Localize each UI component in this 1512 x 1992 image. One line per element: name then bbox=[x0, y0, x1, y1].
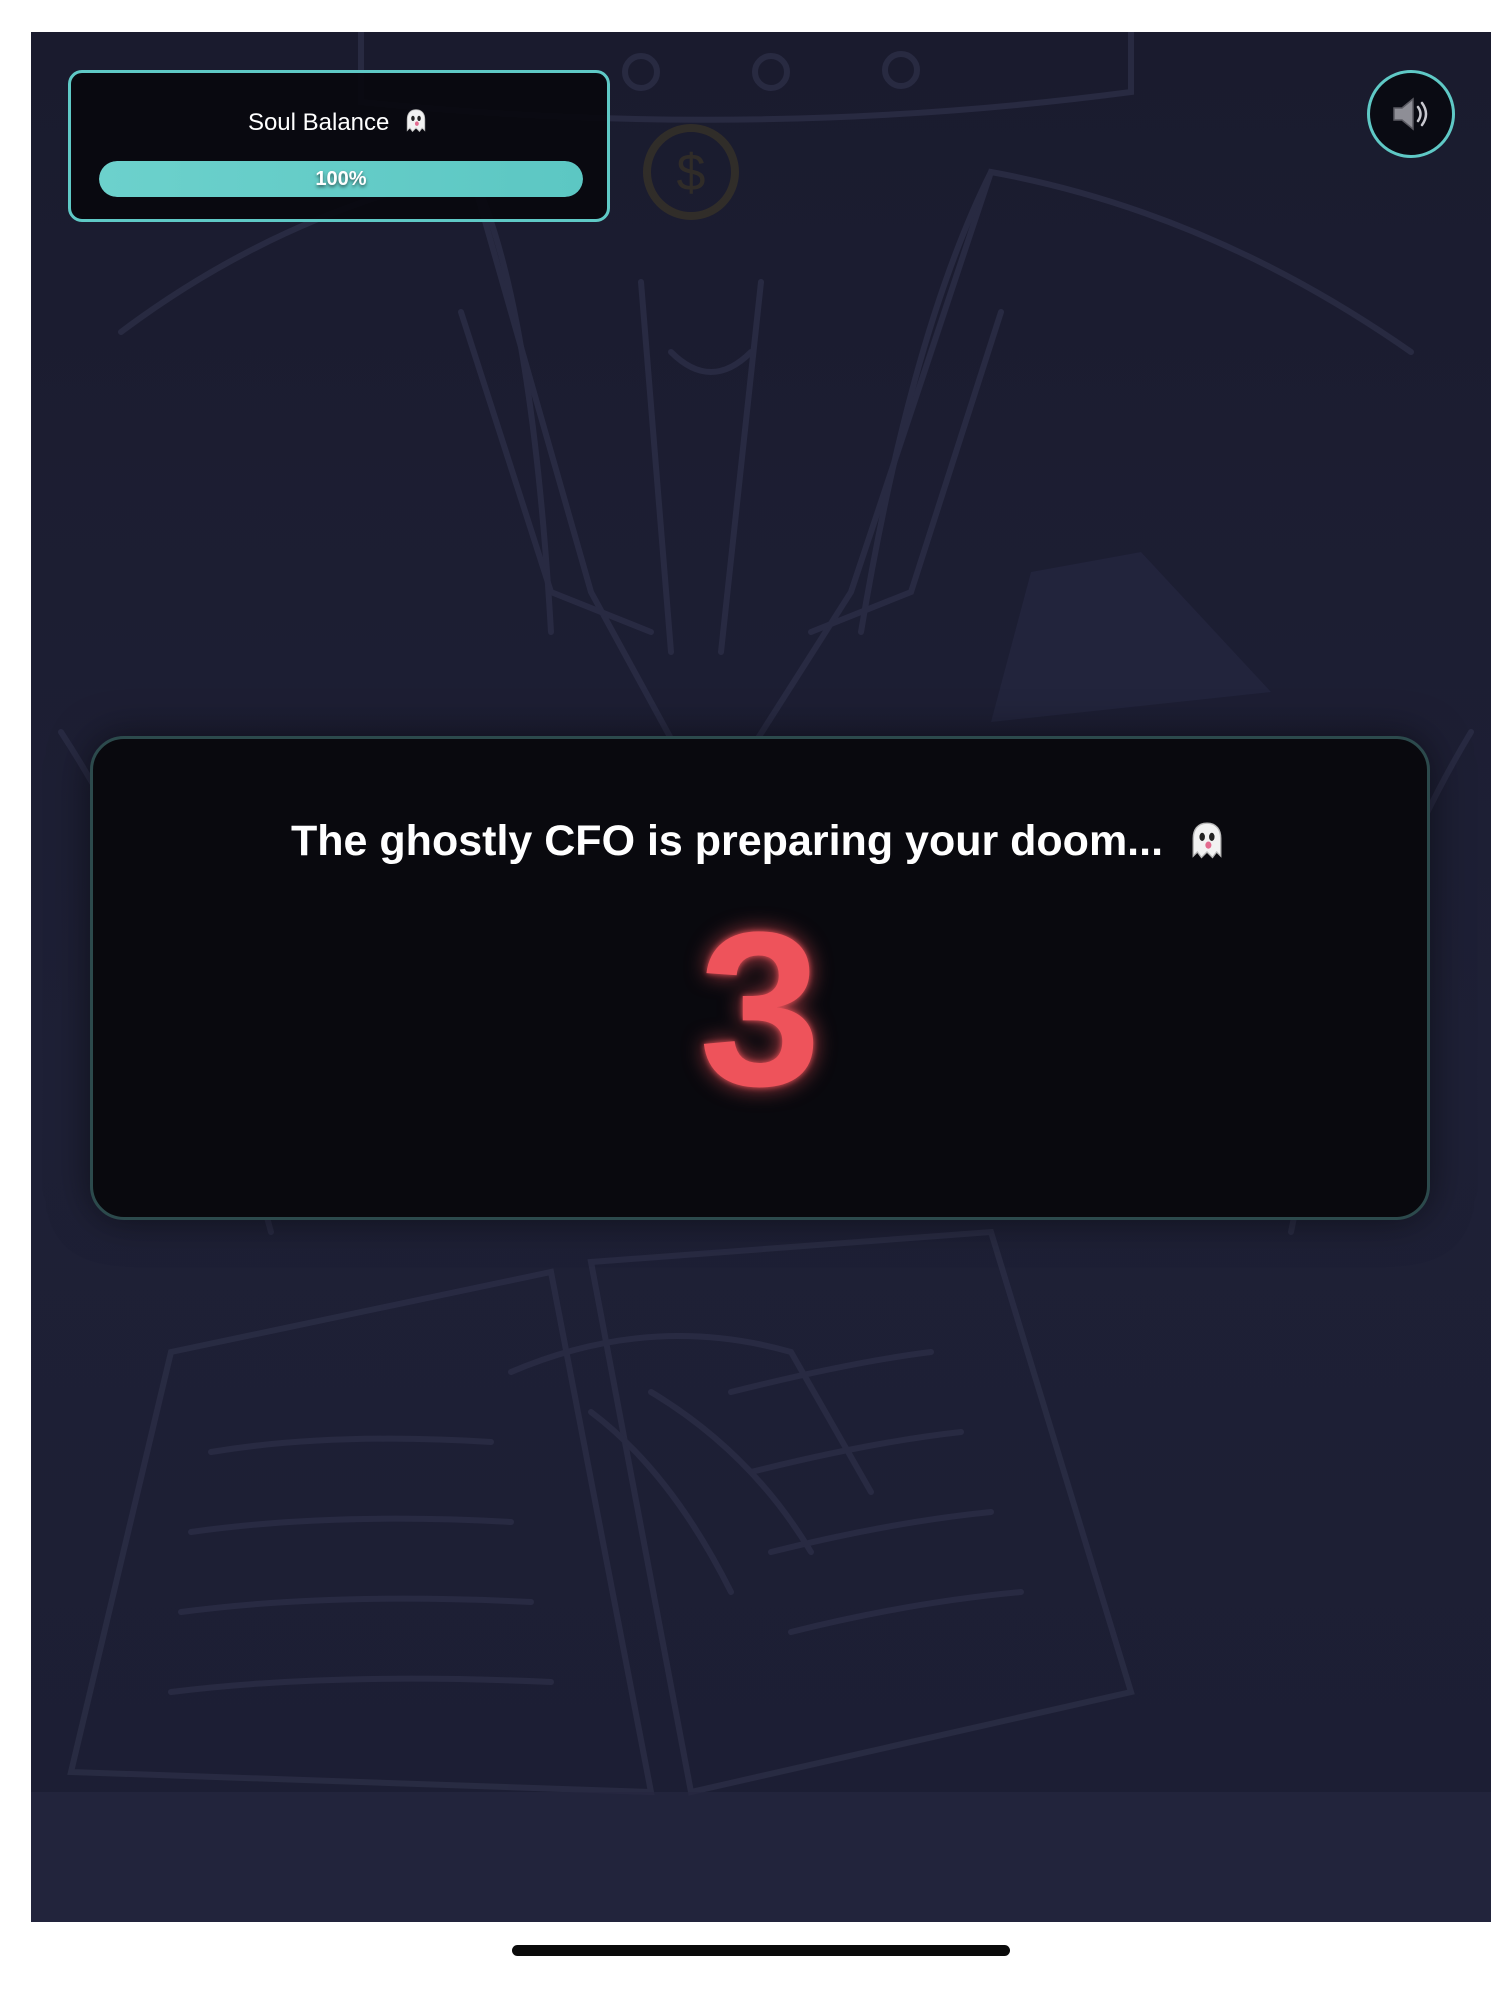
sound-toggle-button[interactable] bbox=[1367, 70, 1455, 158]
soul-balance-label: Soul Balance bbox=[247, 109, 390, 136]
countdown-number: 3 bbox=[698, 886, 822, 1132]
countdown-message: The ghostly CFO is preparing your doom..… bbox=[93, 817, 1427, 866]
ghost-icon bbox=[1192, 822, 1222, 859]
soul-balance-percent: 100% bbox=[315, 168, 367, 190]
game-screen: $ Soul Balance 100% The ghostly CFO is p… bbox=[31, 32, 1491, 1922]
soul-balance-progress-bar: 100% bbox=[99, 161, 583, 197]
home-indicator[interactable] bbox=[512, 1945, 1010, 1956]
speaker-icon bbox=[1393, 97, 1428, 131]
countdown-modal: The ghostly CFO is preparing your doom..… bbox=[90, 736, 1430, 1220]
soul-balance-title: Soul Balance bbox=[71, 107, 607, 137]
countdown-message-text: The ghostly CFO is preparing your doom..… bbox=[291, 817, 1164, 865]
svg-text:$: $ bbox=[677, 144, 706, 202]
ghost-icon bbox=[406, 109, 426, 133]
soul-balance-panel: Soul Balance 100% bbox=[68, 70, 610, 222]
